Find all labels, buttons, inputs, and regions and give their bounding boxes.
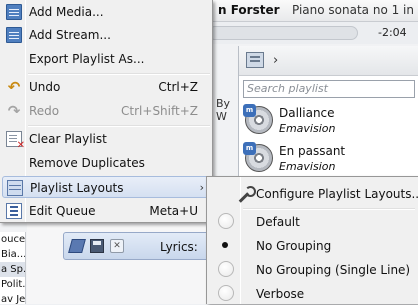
menu-item-shortcut: Ctrl+Z	[158, 80, 198, 94]
radio-button[interactable]	[218, 285, 234, 301]
radio-selected-dot[interactable]	[222, 242, 228, 248]
partial-text-w: W	[216, 110, 227, 123]
menu-item-playlist-layouts[interactable]: Playlist Layouts ›	[2, 176, 211, 198]
menu-item-remove-duplicates[interactable]: Remove Duplicates	[2, 152, 211, 174]
menu-item-add-media[interactable]: Add Media...	[2, 1, 211, 23]
menu-item-label: Redo	[29, 104, 60, 118]
submenu-item-verbose[interactable]: Verbose	[209, 283, 417, 305]
progress-slider[interactable]	[208, 26, 358, 40]
browser-folder-icon[interactable]	[246, 52, 264, 68]
submenu-item-label: No Grouping	[256, 239, 332, 253]
radio-button[interactable]	[218, 261, 234, 277]
now-playing-bar: n Forster Piano sonata no 1 in	[200, 0, 418, 22]
progress-row: -2:04	[200, 22, 418, 44]
now-playing-title: Piano sonata no 1 in	[292, 3, 414, 17]
list-item[interactable]: ouce...	[0, 232, 25, 247]
menu-item-redo[interactable]: ↷ Redo Ctrl+Shift+Z	[2, 100, 211, 122]
save-icon[interactable]	[90, 239, 104, 253]
menu-item-shortcut: Ctrl+Shift+Z	[121, 104, 198, 118]
submenu-item-configure-layouts[interactable]: Configure Playlist Layouts...	[209, 183, 418, 205]
menu-item-label: Undo	[29, 80, 61, 94]
menu-separator	[28, 125, 210, 127]
partial-text-by: By	[216, 97, 231, 110]
playlist-context-menu: Add Media... Add Stream... Export Playli…	[0, 0, 213, 223]
track-title: Dalliance	[279, 106, 335, 120]
list-item[interactable]: Polit...	[0, 277, 25, 292]
close-icon[interactable]: ✕	[110, 239, 124, 253]
menu-item-label: Remove Duplicates	[29, 156, 145, 170]
collection-list: ouce... Bia... a Sp... Polit... av Je...	[0, 232, 26, 304]
now-playing-artist: n Forster	[218, 3, 280, 17]
wrench-icon	[237, 186, 256, 202]
menu-item-shortcut: Meta+U	[149, 204, 198, 218]
submenu-item-no-grouping[interactable]: No Grouping	[209, 235, 417, 257]
folder-icon	[6, 27, 22, 43]
search-playlist-input[interactable]: Search playlist	[243, 80, 415, 98]
menu-item-label: Add Media...	[29, 5, 104, 19]
menu-item-label: Playlist Layouts	[30, 181, 124, 195]
cd-icon: m	[243, 104, 273, 134]
track-item[interactable]: m Dalliance Emavision	[243, 102, 417, 142]
folder-icon	[6, 4, 22, 20]
submenu-item-label: No Grouping (Single Line)	[256, 263, 411, 277]
track-artist: Emavision	[279, 160, 336, 173]
submenu-item-label: Default	[256, 215, 300, 229]
redo-icon: ↷	[7, 102, 21, 120]
chevron-right-icon[interactable]: ›	[273, 53, 278, 68]
menu-item-undo[interactable]: ↶ Undo Ctrl+Z	[2, 76, 211, 98]
layouts-icon	[7, 180, 23, 196]
clear-playlist-icon	[6, 131, 25, 151]
submenu-item-label: Configure Playlist Layouts...	[256, 187, 418, 201]
submenu-item-no-grouping-single-line[interactable]: No Grouping (Single Line)	[209, 259, 417, 281]
menu-item-clear-playlist[interactable]: Clear Playlist	[2, 128, 211, 151]
list-item[interactable]: a Sp...	[0, 262, 25, 277]
list-item[interactable]: Bia...	[0, 247, 25, 262]
menu-item-label: Export Playlist As...	[29, 52, 145, 66]
playlist-layouts-submenu: Configure Playlist Layouts... Default No…	[206, 176, 418, 304]
lyrics-label: Lyrics:	[160, 240, 198, 254]
queue-icon	[6, 203, 22, 219]
menu-separator	[243, 208, 415, 210]
cd-icon: m	[243, 142, 273, 172]
menu-item-label: Clear Playlist	[29, 132, 107, 146]
track-item[interactable]: m En passant Emavision	[243, 140, 417, 180]
radio-button[interactable]	[218, 213, 234, 229]
menu-separator	[28, 73, 210, 75]
list-item[interactable]: av Je...	[0, 292, 25, 304]
menu-item-label: Add Stream...	[29, 28, 111, 42]
submenu-item-label: Verbose	[256, 287, 305, 301]
track-artist: Emavision	[279, 122, 336, 135]
undo-icon: ↶	[7, 78, 21, 96]
menu-item-label: Edit Queue	[29, 204, 96, 218]
track-title: En passant	[279, 144, 346, 158]
edit-icon[interactable]	[68, 239, 86, 253]
menu-item-edit-queue[interactable]: Edit Queue Meta+U	[2, 200, 211, 222]
menu-item-add-stream[interactable]: Add Stream...	[2, 24, 211, 46]
menu-item-export-playlist[interactable]: Export Playlist As...	[2, 48, 211, 70]
browser-toolbar: ›	[239, 46, 418, 76]
time-remaining: -2:04	[378, 26, 407, 39]
chevron-right-icon: ›	[199, 181, 204, 194]
submenu-item-default[interactable]: Default	[209, 211, 417, 233]
